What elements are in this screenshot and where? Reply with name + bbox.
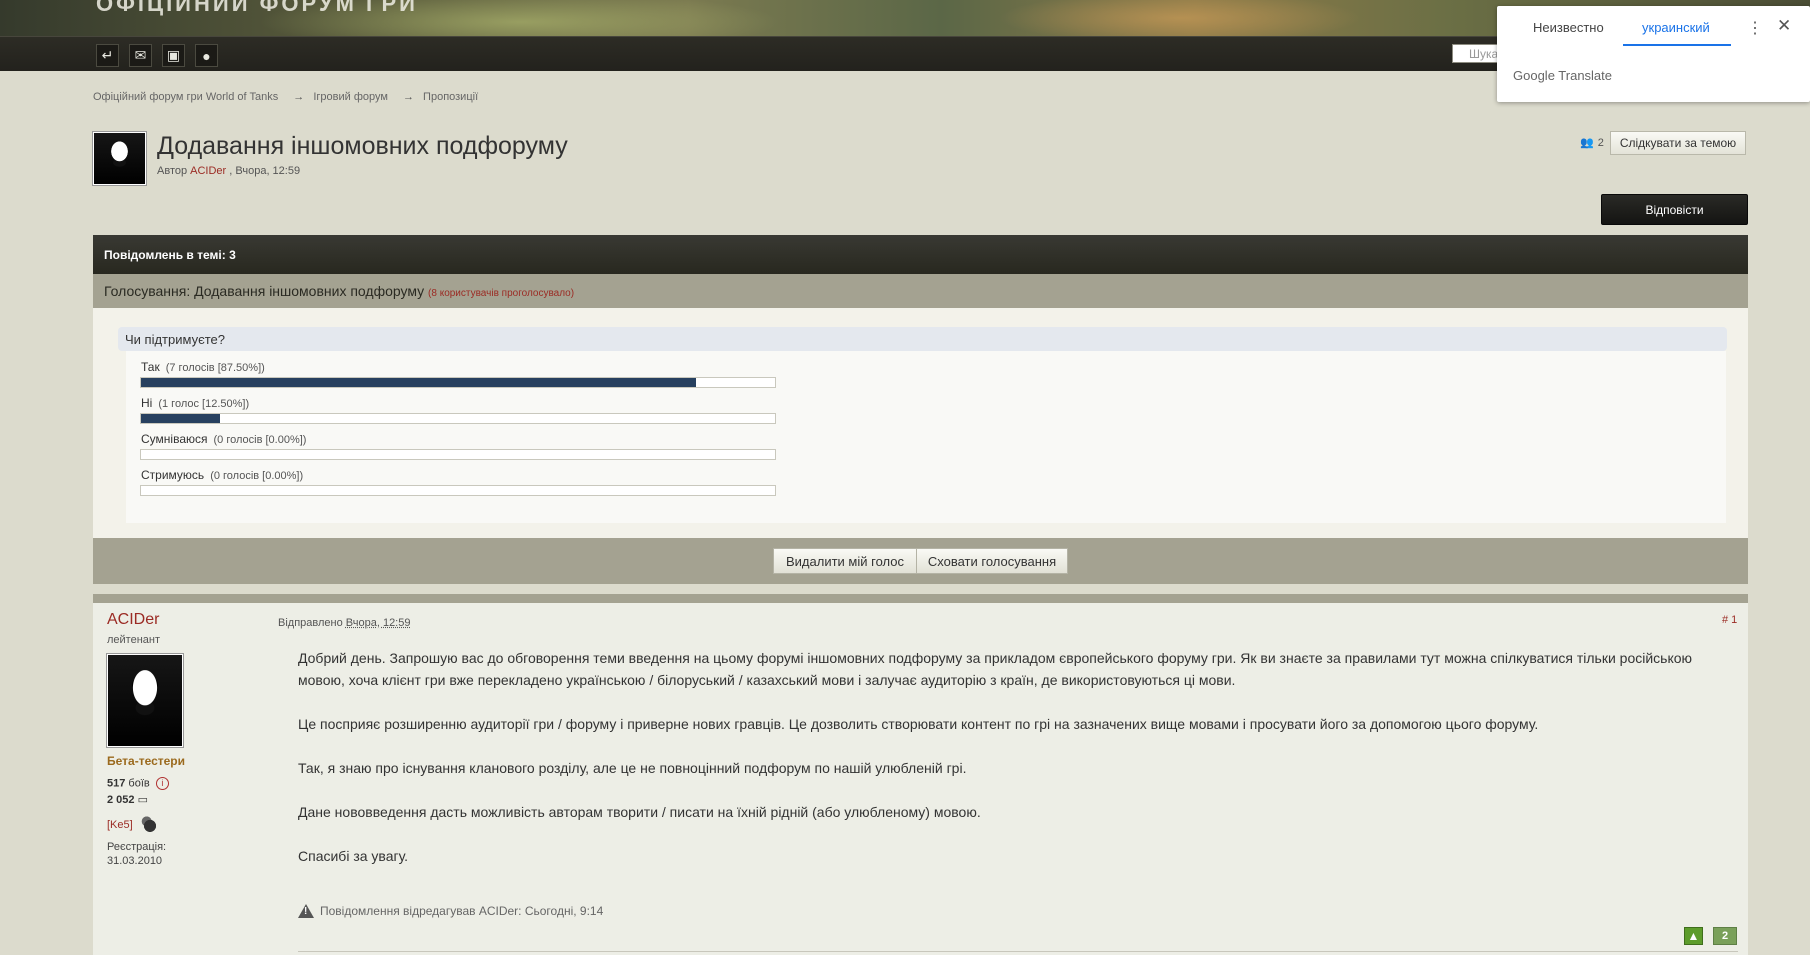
edit-notice: Повідомлення відредагував ACIDer: Сьогод… — [298, 904, 603, 918]
post-paragraph: Спасибі за увагу. — [298, 848, 409, 864]
users-icon: 👥 — [1580, 137, 1594, 149]
poll-voters: (8 користувачів проголосувало) — [428, 288, 575, 299]
post-date: Відправлено Вчора, 12:59 — [278, 617, 410, 629]
tab-ukrainian-language[interactable]: украинский — [1642, 20, 1710, 35]
poll-title: Голосування: Додавання іншомовних подфор… — [104, 283, 425, 299]
post-author-link[interactable]: ACIDer — [107, 611, 159, 629]
post-separator — [93, 594, 1748, 603]
active-tab-indicator — [1623, 44, 1731, 46]
breadcrumb-separator: → — [402, 91, 414, 103]
edit-notice-text: Повідомлення відредагував ACIDer: Сьогод… — [320, 904, 604, 918]
option-votes: (1 голос [12.50%]) — [158, 398, 250, 410]
registration-label: Реєстрація: — [107, 841, 167, 853]
poll-option-label: Ні (1 голос [12.50%]) — [141, 396, 249, 410]
search-input[interactable]: Шука — [1452, 44, 1502, 63]
breadcrumb-separator: → — [293, 91, 305, 103]
battles-stat: 517 боїв i — [107, 777, 169, 790]
poll-bar — [140, 377, 776, 388]
tab-unknown-language[interactable]: Неизвестно — [1533, 20, 1604, 35]
poll-option-label: Сумніваюся (0 голосів [0.00%]) — [141, 432, 306, 446]
followers-count[interactable]: 👥 2 — [1580, 136, 1604, 150]
post-content: Добрий день. Запрошую вас до обговорення… — [298, 647, 1718, 889]
topic-author-link[interactable]: ACIDer — [190, 165, 226, 177]
followers-number: 2 — [1597, 136, 1604, 149]
profile-icon[interactable]: ● — [195, 44, 218, 67]
poll-bar-fill — [141, 414, 221, 423]
post-author-group: Бета-тестери — [107, 754, 186, 768]
clan-emblem-icon[interactable] — [138, 816, 161, 834]
option-name: Сумніваюся — [141, 432, 208, 446]
post-author-rank: лейтенант — [107, 634, 161, 646]
poll-bar — [140, 485, 776, 496]
close-icon[interactable]: ✕ — [1777, 16, 1791, 36]
info-icon[interactable]: i — [155, 777, 169, 790]
reputation-count: 2 — [1713, 927, 1737, 945]
post-paragraph: Так, я знаю про існування кланового розд… — [298, 760, 967, 776]
clan-tag-link[interactable]: [Ke5] — [107, 819, 133, 831]
breadcrumb-game-forum[interactable]: Ігровий форум — [313, 91, 388, 103]
poll-body: Чи підтримуєте? Так (7 голосів [87.50%]) … — [93, 308, 1748, 538]
post-divider — [298, 951, 1738, 952]
comment-icon: ▭ — [137, 794, 148, 806]
delete-vote-button[interactable]: Видалити мій голос — [773, 548, 917, 574]
battles-count: 517 — [107, 777, 126, 790]
topic-date: , Вчора, 12:59 — [229, 165, 301, 177]
more-options-icon[interactable]: ⋮ — [1747, 18, 1763, 38]
option-name: Стримуюсь — [141, 468, 205, 482]
hide-poll-button[interactable]: Сховати голосування — [916, 548, 1068, 574]
post: ACIDer лейтенант Бета-тестери 517 боїв i… — [93, 603, 1748, 955]
posts-count-bar: Повідомлень в темі: 3 — [93, 235, 1748, 274]
breadcrumb-proposals[interactable]: Пропозиції — [423, 91, 478, 103]
option-name: Ні — [141, 396, 153, 410]
page-title: Додавання іншомовних подфоруму — [157, 132, 568, 160]
poll-bar-fill — [141, 378, 696, 387]
post-paragraph: Добрий день. Запрошую вас до обговорення… — [298, 650, 1693, 688]
breadcrumb-forum[interactable]: Офіційний форум гри World of Tanks — [93, 91, 278, 103]
post-paragraph: Це посприяє розширенню аудиторії гри / ф… — [298, 716, 1539, 732]
topic-meta: Автор ACIDer , Вчора, 12:59 — [157, 165, 300, 177]
battles-label: боїв — [128, 777, 150, 790]
sent-label: Відправлено — [278, 617, 343, 629]
google-translate-popup: Неизвестно украинский ⋮ ✕ Google Transla… — [1497, 6, 1810, 102]
option-name: Так — [141, 360, 160, 374]
author-prefix: Автор — [157, 165, 188, 177]
posts-stat: 2 052 ▭ — [107, 793, 148, 806]
clan-info: [Ke5] — [107, 816, 161, 834]
poll-bar — [140, 413, 776, 424]
poll-bar — [140, 449, 776, 460]
breadcrumb: Офіційний форум гри World of Tanks → Ігр… — [93, 91, 484, 103]
poll-question: Чи підтримуєте? — [118, 327, 1727, 351]
google-translate-logo: Google Translate — [1513, 68, 1613, 83]
option-votes: (7 голосів [87.50%]) — [165, 362, 265, 374]
post-author-avatar[interactable] — [107, 654, 183, 747]
poll-option-label: Так (7 голосів [87.50%]) — [141, 360, 265, 374]
option-votes: (0 голосів [0.00%]) — [210, 470, 304, 482]
reply-button[interactable]: Відповісти — [1601, 194, 1748, 225]
post-number-link[interactable]: # 1 — [1722, 614, 1737, 626]
poll-option-label: Стримуюсь (0 голосів [0.00%]) — [141, 468, 303, 482]
thumbs-up-icon[interactable]: ▲ — [1684, 927, 1703, 945]
messages-icon[interactable]: ✉ — [129, 44, 152, 67]
follow-topic-button[interactable]: Слідкувати за темою — [1610, 131, 1746, 155]
topic-author-avatar[interactable] — [93, 132, 146, 185]
poll-options: Так (7 голосів [87.50%]) Ні (1 голос [12.5… — [126, 351, 1726, 523]
poll-header: Голосування: Додавання іншомовних подфор… — [93, 274, 1748, 308]
sent-date: Вчора, 12:59 — [345, 617, 411, 629]
contacts-icon[interactable]: ▣ — [162, 44, 185, 67]
posts-number: 2 052 — [107, 794, 135, 806]
post-paragraph: Дане нововведення дасть можливість автор… — [298, 804, 981, 820]
poll-footer: Видалити мій голос Сховати голосування — [93, 538, 1748, 584]
option-votes: (0 голосів [0.00%]) — [213, 434, 307, 446]
registration-date: 31.03.2010 — [107, 855, 163, 867]
banner-title: ОФІЦІЙНИЙ ФОРУМ ГРИ — [96, 0, 418, 16]
warning-icon — [298, 904, 314, 918]
logout-icon[interactable]: ↵ — [96, 44, 119, 67]
